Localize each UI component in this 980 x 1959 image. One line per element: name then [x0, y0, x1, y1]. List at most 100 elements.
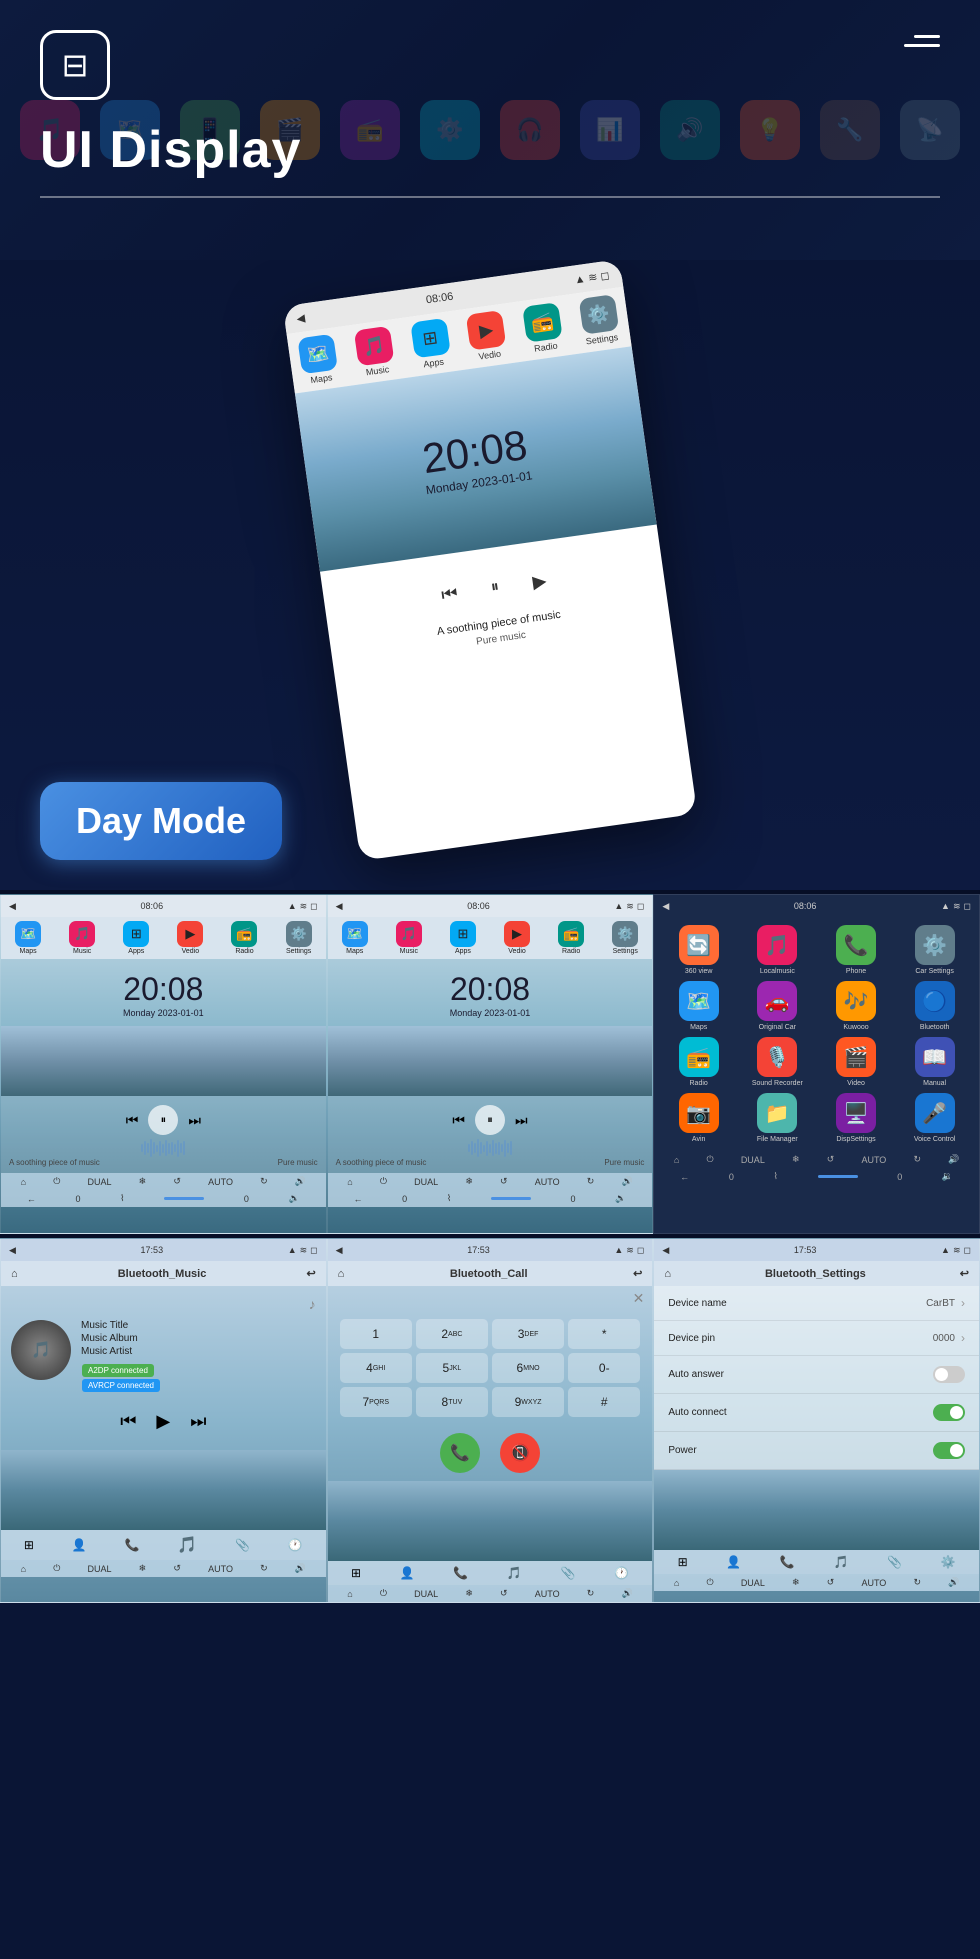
nav-app-maps[interactable]: 🗺️ Maps — [298, 334, 340, 387]
prev-icon[interactable]: ⏮ — [126, 1112, 139, 1129]
volume-icon[interactable]: 🔊 — [295, 1563, 306, 1574]
home-icon[interactable]: ⌂ — [21, 1564, 26, 1574]
refresh-icon[interactable]: ↻ — [260, 1176, 268, 1187]
volume-icon[interactable]: 🔊 — [295, 1176, 306, 1187]
nav-app-radio[interactable]: 📻 Radio — [522, 302, 564, 355]
volume-icon[interactable]: 🔊 — [948, 1154, 959, 1165]
p-nav-vedio[interactable]: ▶ Vedio — [177, 921, 203, 955]
back-icon[interactable]: ◀ — [9, 901, 16, 912]
p-nav-vedio[interactable]: ▶ Vedio — [504, 921, 530, 955]
repeat-icon[interactable]: ↺ — [827, 1577, 835, 1588]
music-icon[interactable]: 🎵 — [507, 1566, 522, 1580]
p-nav-music[interactable]: 🎵 Music — [396, 921, 422, 955]
home-icon[interactable]: ⌂ — [338, 1268, 345, 1280]
p-nav-maps[interactable]: 🗺️ Maps — [342, 921, 368, 955]
power-icon[interactable]: ⏻ — [707, 1154, 714, 1165]
dial-star[interactable]: * — [568, 1319, 640, 1349]
grid-icon[interactable]: ⊞ — [351, 1566, 361, 1580]
play-pause-button[interactable]: ⏸ — [475, 1105, 505, 1135]
power-icon[interactable]: ⏻ — [707, 1577, 714, 1588]
back-icon[interactable]: ← — [353, 1194, 362, 1204]
vol-icon[interactable]: 🔉 — [942, 1171, 953, 1182]
next-btn[interactable]: ⏭ — [190, 1411, 206, 1432]
p-nav-apps[interactable]: ⊞ Apps — [450, 921, 476, 955]
app-localmusic[interactable]: 🎵 Localmusic — [741, 925, 814, 975]
back-btn[interactable]: ↩ — [306, 1267, 315, 1280]
user-icon[interactable]: 👤 — [726, 1555, 741, 1569]
volume-icon[interactable]: 🔊 — [622, 1588, 633, 1599]
dial-1[interactable]: 1 — [340, 1319, 412, 1349]
dial-7[interactable]: 7PQRS — [340, 1387, 412, 1417]
clip-icon[interactable]: 📎 — [887, 1555, 902, 1569]
power-toggle[interactable] — [933, 1442, 965, 1459]
prev-btn[interactable]: ⏮ — [120, 1411, 136, 1432]
p-nav-apps[interactable]: ⊞ Apps — [123, 921, 149, 955]
power-icon[interactable]: ⏻ — [53, 1563, 60, 1574]
refresh-icon[interactable]: ↻ — [587, 1588, 595, 1599]
play-pause-button[interactable]: ⏸ — [148, 1105, 178, 1135]
grid-icon[interactable]: ⊞ — [678, 1555, 688, 1569]
power-icon[interactable]: ⏻ — [380, 1588, 387, 1599]
home-icon[interactable]: ⌂ — [674, 1155, 679, 1165]
play-btn[interactable]: ▶ — [156, 1411, 170, 1432]
back-icon[interactable]: ◀ — [9, 1245, 16, 1256]
dial-6[interactable]: 6MNO — [492, 1353, 564, 1383]
prev-icon[interactable]: ⏮ — [440, 582, 459, 605]
app-filemanager[interactable]: 📁 File Manager — [741, 1093, 814, 1143]
repeat-icon[interactable]: ↺ — [173, 1563, 181, 1574]
app-phone[interactable]: 📞 Phone — [820, 925, 893, 975]
back-icon[interactable]: ◀ — [662, 901, 669, 912]
home-icon[interactable]: ⌂ — [347, 1177, 352, 1187]
phone-icon[interactable]: 📞 — [453, 1566, 468, 1580]
ac-icon[interactable]: ❄ — [465, 1176, 473, 1187]
clip-icon[interactable]: 📎 — [560, 1566, 575, 1580]
back-icon[interactable]: ← — [27, 1194, 36, 1204]
home-icon[interactable]: ⌂ — [674, 1578, 679, 1588]
nav-app-music[interactable]: 🎵 Music — [354, 326, 396, 379]
refresh-icon[interactable]: ↻ — [913, 1577, 921, 1588]
app-bluetooth[interactable]: 🔵 Bluetooth — [898, 981, 971, 1031]
refresh-icon[interactable]: ↻ — [913, 1154, 921, 1165]
prev-icon[interactable]: ⏮ — [452, 1112, 465, 1129]
vol-icon[interactable]: 🔉 — [615, 1193, 626, 1204]
clock-icon[interactable]: 🕐 — [614, 1566, 629, 1580]
ac-icon[interactable]: ❄ — [792, 1577, 800, 1588]
refresh-icon[interactable]: ↻ — [587, 1176, 595, 1187]
p-nav-maps[interactable]: 🗺️ Maps — [15, 921, 41, 955]
repeat-icon[interactable]: ↺ — [173, 1176, 181, 1187]
app-originalcar[interactable]: 🚗 Original Car — [741, 981, 814, 1031]
music-icon[interactable]: 🎵 — [833, 1555, 848, 1569]
clip-icon[interactable]: 📎 — [235, 1538, 250, 1552]
nav-app-apps[interactable]: ⊞ Apps — [410, 318, 452, 371]
ac-icon[interactable]: ❄ — [465, 1588, 473, 1599]
app-manual[interactable]: 📖 Manual — [898, 1037, 971, 1087]
back-btn[interactable]: ↩ — [960, 1267, 969, 1280]
app-soundrecorder[interactable]: 🎙️ Sound Recorder — [741, 1037, 814, 1087]
dial-4[interactable]: 4GHI — [340, 1353, 412, 1383]
slider[interactable] — [164, 1197, 204, 1200]
play-pause-button[interactable]: ⏸ — [470, 563, 520, 613]
app-360view[interactable]: 🔄 360 view — [662, 925, 735, 975]
phone-icon[interactable]: 📞 — [125, 1538, 140, 1552]
app-carsettings[interactable]: ⚙️ Car Settings — [898, 925, 971, 975]
vol-icon[interactable]: 🔉 — [289, 1193, 300, 1204]
ac-icon[interactable]: ❄ — [139, 1563, 147, 1574]
end-call-button[interactable]: 📵 — [500, 1433, 540, 1473]
app-avin[interactable]: 📷 Avin — [662, 1093, 735, 1143]
music-note-icon[interactable]: ♪ — [11, 1296, 316, 1312]
dial-9[interactable]: 9WXYZ — [492, 1387, 564, 1417]
volume-icon[interactable]: 🔊 — [948, 1577, 959, 1588]
p-nav-settings[interactable]: ⚙️ Settings — [286, 921, 312, 955]
app-kuwooo[interactable]: 🎶 Kuwooo — [820, 981, 893, 1031]
dial-3[interactable]: 3DEF — [492, 1319, 564, 1349]
home-icon[interactable]: ⌂ — [347, 1589, 352, 1599]
answer-call-button[interactable]: 📞 — [440, 1433, 480, 1473]
nav-app-vedio[interactable]: ▶ Vedio — [466, 310, 508, 363]
repeat-icon[interactable]: ↺ — [500, 1588, 508, 1599]
slider[interactable] — [491, 1197, 531, 1200]
nav-app-settings[interactable]: ⚙️ Settings — [578, 294, 620, 347]
dial-8[interactable]: 8TUV — [416, 1387, 488, 1417]
back-icon[interactable]: ← — [680, 1172, 689, 1182]
p-nav-radio[interactable]: 📻 Radio — [231, 921, 257, 955]
app-video[interactable]: 🎬 Video — [820, 1037, 893, 1087]
